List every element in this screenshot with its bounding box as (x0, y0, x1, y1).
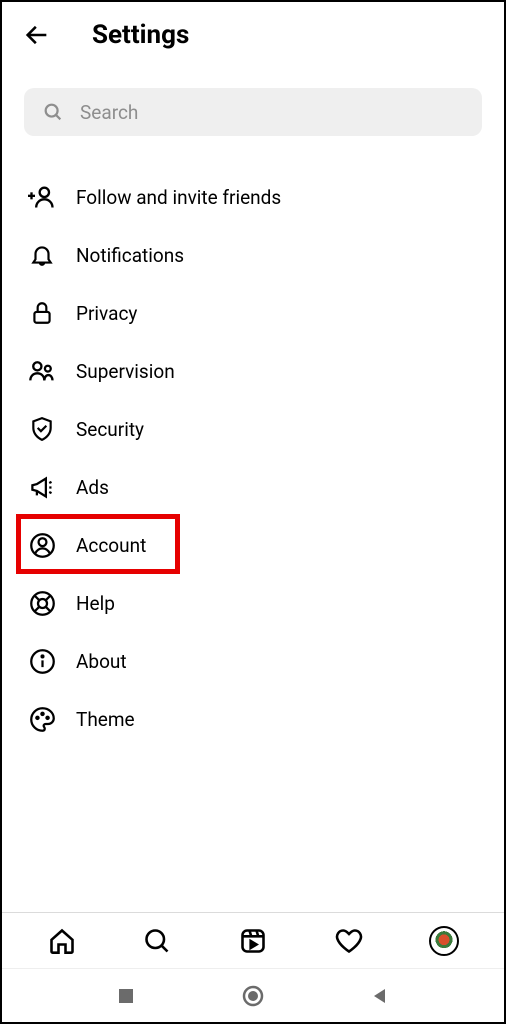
menu-label: Notifications (76, 244, 184, 267)
page-title: Settings (92, 20, 189, 50)
person-add-icon (28, 183, 56, 211)
nav-reels[interactable] (237, 925, 269, 957)
person-circle-icon (28, 531, 56, 559)
lifebuoy-icon (28, 589, 56, 617)
search-icon (143, 927, 171, 955)
menu-label: Supervision (76, 360, 175, 383)
header: Settings (2, 2, 504, 60)
avatar-icon (429, 926, 459, 956)
triangle-left-icon (371, 987, 389, 1005)
info-icon (28, 647, 56, 675)
reels-icon (239, 927, 267, 955)
menu-label: About (76, 650, 127, 673)
menu-item-ads[interactable]: Ads (2, 458, 504, 516)
search-input[interactable]: Search (24, 88, 482, 136)
settings-menu: Follow and invite friends Notifications … (2, 146, 504, 748)
megaphone-icon (28, 473, 56, 501)
menu-item-follow-invite[interactable]: Follow and invite friends (2, 168, 504, 226)
home-icon (48, 927, 76, 955)
menu-item-security[interactable]: Security (2, 400, 504, 458)
search-placeholder: Search (80, 101, 138, 124)
menu-item-account[interactable]: Account (2, 516, 504, 574)
system-nav (2, 968, 504, 1022)
menu-item-about[interactable]: About (2, 632, 504, 690)
circle-icon (242, 985, 264, 1007)
nav-activity[interactable] (333, 925, 365, 957)
menu-item-supervision[interactable]: Supervision (2, 342, 504, 400)
menu-item-privacy[interactable]: Privacy (2, 284, 504, 342)
heart-icon (335, 927, 363, 955)
lock-icon (28, 299, 56, 327)
back-button[interactable] (22, 20, 52, 50)
palette-icon (28, 705, 56, 733)
search-icon (42, 101, 64, 123)
sys-back[interactable] (368, 984, 392, 1008)
arrow-left-icon (23, 21, 51, 49)
bottom-nav (2, 912, 504, 968)
menu-label: Ads (76, 476, 109, 499)
menu-label: Theme (76, 708, 135, 731)
menu-item-theme[interactable]: Theme (2, 690, 504, 748)
nav-profile[interactable] (428, 925, 460, 957)
nav-home[interactable] (46, 925, 78, 957)
bell-icon (28, 241, 56, 269)
shield-check-icon (28, 415, 56, 443)
menu-item-help[interactable]: Help (2, 574, 504, 632)
menu-label: Account (76, 534, 146, 557)
menu-label: Privacy (76, 302, 137, 325)
menu-label: Help (76, 592, 115, 615)
menu-item-notifications[interactable]: Notifications (2, 226, 504, 284)
nav-search[interactable] (141, 925, 173, 957)
sys-recent[interactable] (114, 984, 138, 1008)
sys-home[interactable] (241, 984, 265, 1008)
menu-label: Follow and invite friends (76, 186, 281, 209)
menu-label: Security (76, 418, 144, 441)
square-icon (117, 987, 135, 1005)
people-icon (28, 357, 56, 385)
